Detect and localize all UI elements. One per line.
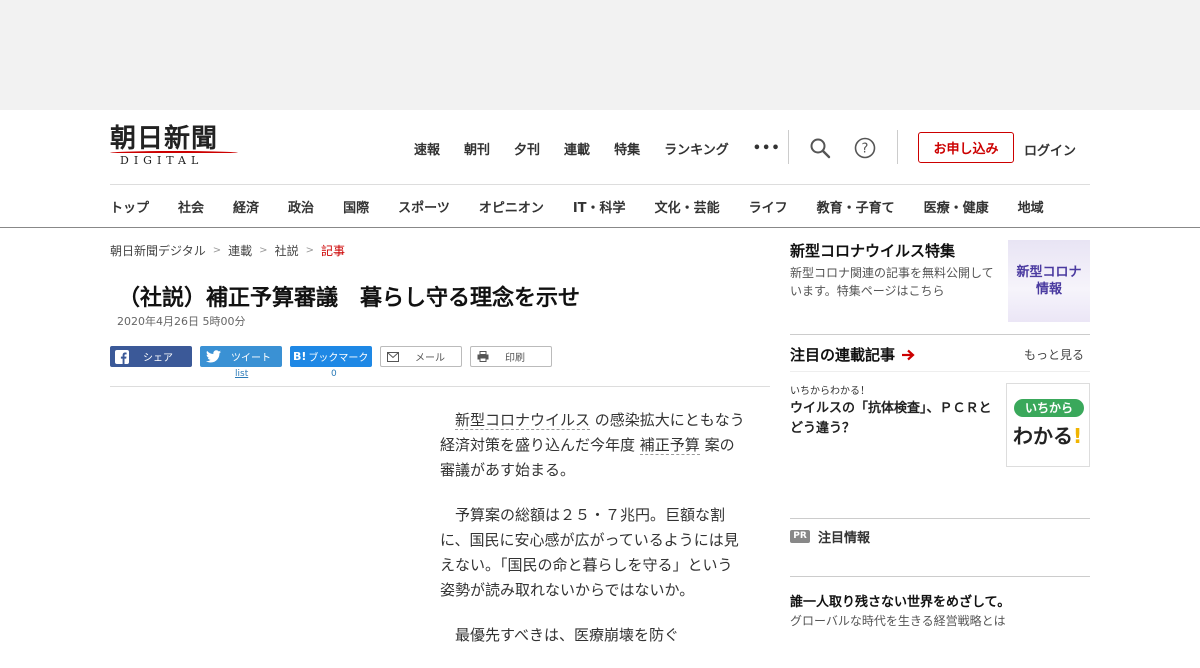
article-title: （社説）補正予算審議 暮らし守る理念を示せ <box>118 286 581 311</box>
cat-economy[interactable]: 経済 <box>233 197 259 216</box>
cat-sports[interactable]: スポーツ <box>398 197 450 216</box>
sidebar-divider <box>790 576 1090 577</box>
cat-international[interactable]: 国際 <box>343 197 369 216</box>
help-icon[interactable]: ? <box>854 137 876 159</box>
mail-label: メール <box>415 353 445 364</box>
category-nav: トップ 社会 経済 政治 国際 スポーツ オピニオン IT・科学 文化・芸能 ラ… <box>110 196 1073 216</box>
nav-divider <box>788 130 789 164</box>
arrow-right-icon <box>902 349 915 360</box>
hatena-icon: B! <box>293 350 307 363</box>
pr-badge: PR <box>790 530 810 543</box>
mail-icon <box>387 351 399 362</box>
nav-sokuho[interactable]: 速報 <box>414 139 440 158</box>
print-label: 印刷 <box>505 353 525 364</box>
sidebar-divider <box>790 371 1090 372</box>
series-thumb-title: わかる! <box>1013 420 1082 449</box>
twitter-icon <box>206 350 221 363</box>
more-menu-icon[interactable]: ••• <box>753 141 781 156</box>
cat-life[interactable]: ライフ <box>749 197 788 216</box>
pr-heading: PR 注目情報 <box>790 527 870 546</box>
print-icon <box>477 351 489 362</box>
print-button[interactable]: 印刷 <box>470 346 552 367</box>
article-body: 新型コロナウイルス の感染拡大にともなう経済対策を盛り込んだ今年度 補正予算 案… <box>440 408 745 668</box>
article-divider <box>110 386 770 387</box>
breadcrumb: 朝日新聞デジタル > 連載 > 社説 > 記事 <box>110 242 345 259</box>
hatena-bookmark-label: ブックマーク <box>308 353 369 364</box>
cat-it-science[interactable]: IT・科学 <box>573 197 626 216</box>
corona-feature-thumbnail[interactable]: 新型コロナ 情報 <box>1008 240 1090 322</box>
series-thumb-word: わかる <box>1013 424 1073 448</box>
facebook-share-button[interactable]: シェア <box>110 346 192 367</box>
cat-society[interactable]: 社会 <box>178 197 204 216</box>
cat-region[interactable]: 地域 <box>1018 197 1044 216</box>
sidebar-divider <box>790 334 1090 335</box>
series-thumbnail[interactable]: いちから わかる! <box>1006 383 1090 467</box>
paragraph-text: 予算案の総額は２５・７兆円。巨額な割に、国民に安心感が広がっているようには見えな… <box>440 506 739 599</box>
paragraph: 予算案の総額は２５・７兆円。巨額な割に、国民に安心感が広がっているようには見えな… <box>440 503 745 603</box>
keyword-link[interactable]: 補正予算 <box>639 436 700 455</box>
series-heading[interactable]: 注目の連載記事 <box>790 344 915 365</box>
hatena-count: 0 <box>331 369 337 379</box>
mail-button[interactable]: メール <box>380 346 462 367</box>
nav-rensai[interactable]: 連載 <box>564 139 590 158</box>
series-kicker: いちからわかる！ <box>790 386 870 397</box>
logo-kanji: 朝日新聞 <box>110 124 219 154</box>
login-link[interactable]: ログイン <box>1024 140 1076 159</box>
more-link[interactable]: もっと見る <box>1024 346 1084 363</box>
top-nav: 速報 朝刊 夕刊 連載 特集 ランキング ••• <box>414 138 805 158</box>
pr-article-title[interactable]: 誰一人取り残さない世界をめざして。 <box>790 591 1010 610</box>
cat-top[interactable]: トップ <box>110 197 149 216</box>
nav-ranking[interactable]: ランキング <box>664 139 729 158</box>
logo-swoosh <box>110 151 238 155</box>
sidebar-divider <box>790 518 1090 519</box>
crumb-home[interactable]: 朝日新聞デジタル <box>110 242 206 259</box>
svg-text:?: ? <box>862 142 869 157</box>
nav-yuukan[interactable]: 夕刊 <box>514 139 540 158</box>
chevron-right-icon: > <box>212 245 222 256</box>
keyword-link[interactable]: 新型コロナウイルス <box>455 411 591 430</box>
corona-thumb-text: 新型コロナ 情報 <box>1016 264 1081 298</box>
series-heading-label: 注目の連載記事 <box>790 346 896 364</box>
search-icon[interactable] <box>810 138 831 159</box>
nav-divider <box>897 130 898 164</box>
pr-article-desc[interactable]: グローバルな時代を生きる経営戦略とは <box>790 612 1006 629</box>
pr-label: 注目情報 <box>818 531 871 546</box>
header-divider <box>110 184 1090 185</box>
twitter-share-button[interactable]: ツイート <box>200 346 282 367</box>
series-thumb-pill: いちから <box>1014 399 1084 417</box>
twitter-share-label: ツイート <box>231 353 271 364</box>
corona-thumb-line1: 新型コロナ <box>1016 265 1082 280</box>
corona-thumb-line2: 情報 <box>1035 282 1062 297</box>
hatena-bookmark-button[interactable]: B! ブックマーク <box>290 346 372 367</box>
nav-choukan[interactable]: 朝刊 <box>464 139 490 158</box>
subscribe-button[interactable]: お申し込み <box>918 132 1014 163</box>
corona-feature-desc[interactable]: 新型コロナ関連の記事を無料公開しています。特集ページはこちら <box>790 264 1005 300</box>
crumb-shasetsu[interactable]: 社説 <box>275 242 299 259</box>
cat-opinion[interactable]: オピニオン <box>479 197 544 216</box>
paragraph-text: 最優先すべきは、医療崩壊を防ぐ <box>455 626 679 644</box>
twitter-count[interactable]: list <box>235 369 248 379</box>
site-header: 朝日新聞 DIGITAL 速報 朝刊 夕刊 連載 特集 ランキング ••• ? … <box>0 110 1200 228</box>
cat-politics[interactable]: 政治 <box>288 197 314 216</box>
nav-tokushu[interactable]: 特集 <box>614 139 640 158</box>
cat-culture[interactable]: 文化・芸能 <box>655 197 720 216</box>
ad-banner-area <box>0 0 1200 110</box>
chevron-right-icon: > <box>305 245 314 256</box>
chevron-right-icon: > <box>259 245 268 256</box>
paragraph: 最優先すべきは、医療崩壊を防ぐ <box>440 623 745 648</box>
corona-feature-title[interactable]: 新型コロナウイルス特集 <box>790 240 955 261</box>
facebook-share-label: シェア <box>143 353 173 364</box>
cat-education[interactable]: 教育・子育て <box>817 197 895 216</box>
crumb-rensai[interactable]: 連載 <box>228 242 252 259</box>
facebook-icon <box>115 349 129 364</box>
cat-health[interactable]: 医療・健康 <box>924 197 989 216</box>
series-thumb-mark: ! <box>1073 424 1083 448</box>
article-date: 2020年4月26日 5時00分 <box>117 315 246 328</box>
paragraph: 新型コロナウイルス の感染拡大にともなう経済対策を盛り込んだ今年度 補正予算 案… <box>440 408 745 483</box>
series-article-link[interactable]: ウイルスの「抗体検査」、ＰＣＲとどう違う？ <box>790 399 1000 439</box>
crumb-current: 記事 <box>320 244 345 258</box>
logo-sub: DIGITAL <box>120 154 204 167</box>
site-logo[interactable]: 朝日新聞 DIGITAL <box>110 125 240 170</box>
